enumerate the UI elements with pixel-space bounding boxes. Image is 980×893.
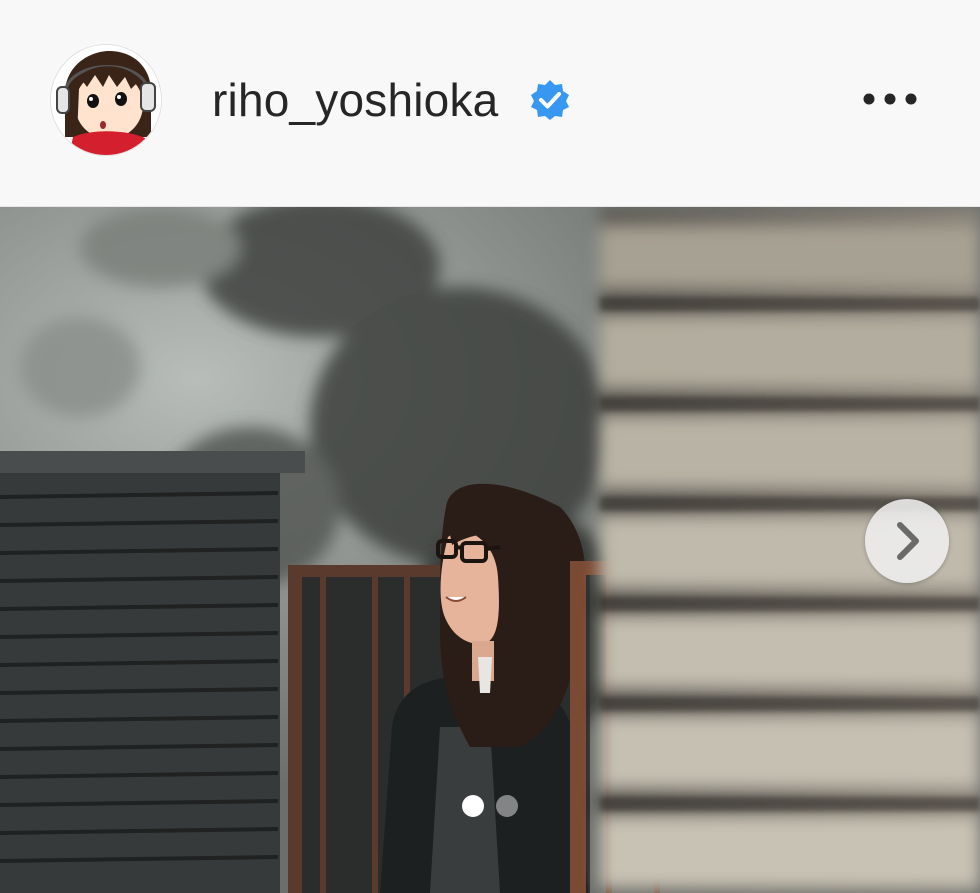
carousel-dot xyxy=(496,795,518,817)
chevron-right-icon xyxy=(897,522,919,560)
ellipsis-icon xyxy=(863,93,917,105)
carousel-indicator xyxy=(462,795,518,819)
instagram-post: riho_yoshioka xyxy=(0,0,980,893)
carousel-dot xyxy=(462,795,484,817)
username-link[interactable]: riho_yoshioka xyxy=(212,72,498,128)
verified-badge-icon xyxy=(531,80,569,120)
carousel-next-button[interactable] xyxy=(865,499,949,583)
photo-image xyxy=(0,207,980,893)
more-options-button[interactable] xyxy=(852,74,928,124)
post-photo[interactable] xyxy=(0,207,980,893)
profile-avatar[interactable] xyxy=(50,44,162,156)
cartoon-girl-avatar-icon xyxy=(51,45,161,155)
post-header: riho_yoshioka xyxy=(0,0,980,207)
